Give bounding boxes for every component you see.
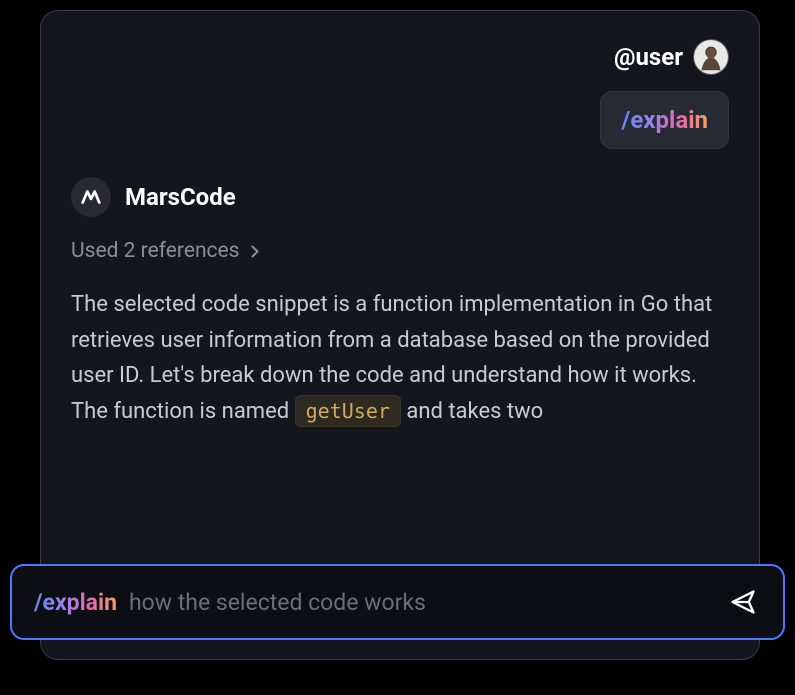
send-button[interactable] bbox=[725, 584, 761, 620]
input-bar[interactable]: /explain how the selected code works bbox=[10, 564, 785, 640]
input-text[interactable]: /explain how the selected code works bbox=[34, 589, 426, 616]
send-icon bbox=[729, 588, 757, 616]
input-placeholder: how the selected code works bbox=[129, 589, 426, 616]
references-text: Used 2 references bbox=[71, 239, 240, 263]
response-text: The selected code snippet is a function … bbox=[71, 287, 729, 430]
response-para-1: The selected code snippet is a function … bbox=[71, 287, 729, 394]
chat-panel: @user /explain MarsCode U bbox=[40, 10, 760, 660]
input-command: /explain bbox=[34, 589, 117, 616]
references-link[interactable]: Used 2 references bbox=[71, 239, 729, 263]
command-text: /explain bbox=[621, 106, 708, 134]
avatar-icon bbox=[694, 40, 728, 74]
assistant-message: MarsCode Used 2 references The selected … bbox=[71, 177, 729, 430]
assistant-header: MarsCode bbox=[71, 177, 729, 217]
user-command-chip: /explain bbox=[600, 91, 729, 149]
avatar[interactable] bbox=[693, 39, 729, 75]
assistant-name: MarsCode bbox=[125, 183, 236, 211]
marscode-icon bbox=[71, 177, 111, 217]
chevron-right-icon bbox=[246, 245, 259, 258]
code-inline: getUser bbox=[295, 395, 401, 427]
user-name: @user bbox=[614, 43, 683, 71]
user-header: @user bbox=[614, 39, 729, 75]
response-para-2: The function is named getUser and takes … bbox=[71, 394, 729, 430]
user-message: @user /explain bbox=[71, 39, 729, 149]
